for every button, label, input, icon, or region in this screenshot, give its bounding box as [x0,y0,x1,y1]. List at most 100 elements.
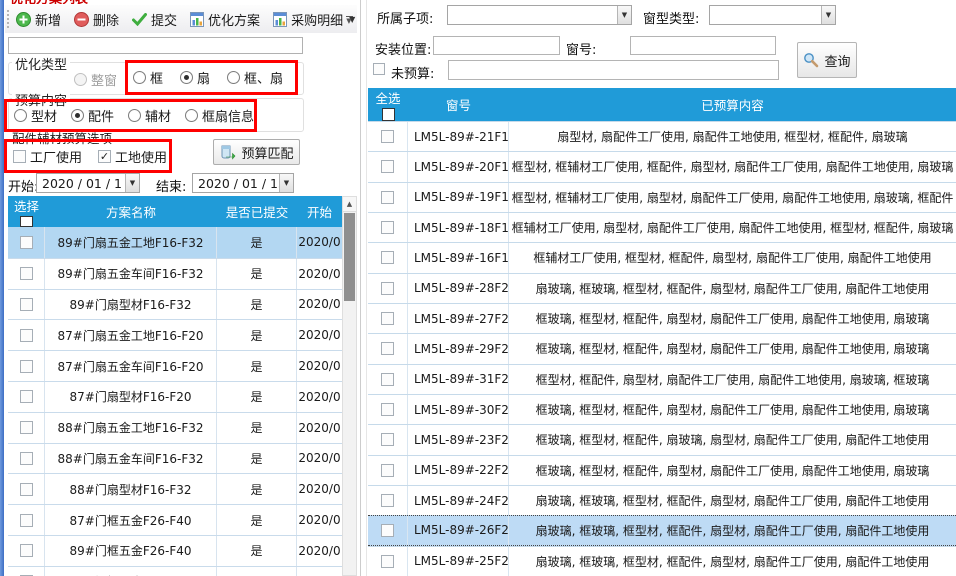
unbudgeted-input[interactable] [448,60,779,80]
checkbox-option[interactable]: 工厂使用 [13,147,82,166]
optimize-type-whole-window-container: 整窗 [74,70,117,90]
window-no-cell: LM5L-89#-27F25 [408,304,509,333]
window-no-cell: LM5L-89#-26F24 [408,516,509,544]
plan-table-row[interactable]: 88#门扇型材F16-F32是2020/0 [8,473,342,504]
window-table-row[interactable]: LM5L-89#-16F15框辅材工厂使用, 框型材, 框配件, 扇型材, 扇配… [368,242,956,272]
window-type-dropdown-icon[interactable]: ▼ [821,6,835,24]
sub-item-dropdown-icon[interactable]: ▼ [617,6,631,24]
window-row-checkbox[interactable] [381,221,394,234]
delete-button[interactable]: 删除 [74,10,119,29]
window-row-checkbox[interactable] [381,130,394,143]
plan-row-checkbox[interactable] [20,298,33,311]
start-date-value: 2020 / 01 / 1 [37,176,125,191]
window-table-row[interactable]: LM5L-89#-26F24扇玻璃, 框玻璃, 框型材, 框配件, 扇型材, 扇… [368,515,956,545]
radio-option[interactable]: 型材 [14,106,57,125]
window-no-input[interactable] [630,36,776,55]
window-table-row[interactable]: LM5L-89#-23F21框玻璃, 框型材, 框配件, 扇玻璃, 扇型材, 扇… [368,424,956,454]
window-row-checkbox[interactable] [381,312,394,325]
panel-splitter[interactable] [360,0,361,576]
window-row-checkbox[interactable] [381,191,394,204]
window-row-checkbox[interactable] [381,251,394,264]
window-row-checkbox[interactable] [381,403,394,416]
window-type-dropdown[interactable]: ▼ [709,5,836,25]
window-row-checkbox[interactable] [381,160,394,173]
radio-option[interactable]: 辅材 [128,106,171,125]
window-row-checkbox[interactable] [381,342,394,355]
window-table-row[interactable]: LM5L-89#-22F20框玻璃, 框型材, 框配件, 扇型材, 扇配件工厂使… [368,455,956,485]
window-table-row[interactable]: LM5L-89#-20F18框型材, 框辅材工厂使用, 框配件, 扇型材, 扇配… [368,151,956,181]
plan-filter-input[interactable] [8,37,303,54]
plan-table-row[interactable]: 88#门框五金F21-F40是2020/0 [8,566,342,576]
window-table-row[interactable]: LM5L-89#-29F27框玻璃, 框型材, 框配件, 扇型材, 扇配件工厂使… [368,333,956,363]
plans-table-scrollbar[interactable]: ▲ [342,196,357,576]
checkbox-option[interactable]: 工地使用 [98,147,167,166]
radio-option[interactable]: 框扇信息 [185,106,254,125]
radio-indicator [71,109,84,122]
plan-row-checkbox[interactable] [20,360,33,373]
window-table-row[interactable]: LM5L-89#-27F25框玻璃, 框型材, 框配件, 扇型材, 扇配件工厂使… [368,303,956,333]
plan-row-checkbox[interactable] [20,514,33,527]
optimize-plan-button[interactable]: 优化方案 [190,10,260,29]
plan-table-row[interactable]: 89#门框五金F26-F40是2020/0 [8,535,342,566]
window-table-row[interactable]: LM5L-89#-28F26扇玻璃, 框玻璃, 框型材, 框配件, 扇型材, 扇… [368,273,956,303]
unbudgeted-checkbox[interactable] [373,63,385,75]
plan-table-row[interactable]: 89#门扇五金车间F16-F32是2020/0 [8,258,342,289]
plan-table-row[interactable]: 89#门扇型材F16-F32是2020/0 [8,289,342,320]
window-row-checkbox[interactable] [381,282,394,295]
plan-row-checkbox[interactable] [20,390,33,403]
start-date-picker[interactable]: 2020 / 01 / 1 ▼ [36,173,140,193]
budgeted-content-cell: 框型材, 框辅材工厂使用, 扇型材, 扇配件工厂使用, 扇配件工地使用, 扇玻璃… [509,183,956,212]
query-button[interactable]: 查询 [797,42,857,78]
window-row-checkbox[interactable] [381,433,394,446]
window-row-checkbox[interactable] [381,524,394,537]
sub-item-dropdown[interactable]: ▼ [447,5,632,25]
add-button[interactable]: 新增 [16,10,61,29]
radio-option[interactable]: 框、扇 [227,68,283,87]
budget-match-button[interactable]: 预算匹配 [213,139,300,165]
plan-row-checkbox[interactable] [20,544,33,557]
plan-table-row[interactable]: 87#门框五金F26-F40是2020/0 [8,504,342,535]
plan-row-checkbox[interactable] [20,421,33,434]
window-row-checkbox[interactable] [381,373,394,386]
plan-row-checkbox[interactable] [20,236,33,249]
toolbar-overflow-button[interactable]: ▼ [342,9,356,31]
plan-table-row[interactable]: 87#门扇五金工地F16-F20是2020/0 [8,319,342,350]
plan-table-row[interactable]: 87#门扇五金车间F16-F20是2020/0 [8,350,342,381]
plan-row-checkbox[interactable] [20,329,33,342]
window-row-checkbox[interactable] [381,464,394,477]
plan-table-row[interactable]: 88#门扇五金工地F16-F32是2020/0 [8,412,342,443]
scrollbar-up-icon[interactable]: ▲ [343,197,356,212]
radio-option-label: 辅材 [145,106,171,125]
plan-row-select-cell [8,351,45,381]
window-table-row[interactable]: LM5L-89#-24F22扇玻璃, 框玻璃, 框型材, 框配件, 扇型材, 扇… [368,485,956,515]
window-table-row[interactable]: LM5L-89#-25F23扇玻璃, 框玻璃, 框型材, 框配件, 扇型材, 扇… [368,546,956,576]
window-row-checkbox[interactable] [381,555,394,568]
budgeted-content-cell: 框玻璃, 框型材, 框配件, 扇型材, 扇配件工厂使用, 扇配件工地使用, 扇玻… [509,456,956,485]
window-row-checkbox[interactable] [381,494,394,507]
window-table-row[interactable]: LM5L-89#-18F16框辅材工厂使用, 扇型材, 扇配件工厂使用, 扇配件… [368,212,956,242]
toolbar-grip-icon[interactable] [7,10,9,28]
radio-option[interactable]: 框 [133,68,163,87]
scrollbar-thumb[interactable] [344,213,355,301]
select-all-plans-checkbox[interactable] [20,216,33,227]
start-date-dropdown-icon[interactable]: ▼ [125,174,139,192]
end-date-picker[interactable]: 2020 / 01 / 13 ▼ [192,173,294,193]
select-all-windows-checkbox[interactable] [382,108,395,121]
plan-row-checkbox[interactable] [20,483,33,496]
plan-table-row[interactable]: 89#门扇五金工地F16-F32是2020/0 [8,227,342,258]
plan-table-row[interactable]: 87#门扇型材F16-F20是2020/0 [8,381,342,412]
radio-option[interactable]: 整窗 [74,70,117,89]
window-table-row[interactable]: LM5L-89#-21F19扇型材, 扇配件工厂使用, 扇配件工地使用, 框型材… [368,121,956,151]
install-position-input[interactable] [433,36,560,55]
submit-button[interactable]: 提交 [132,10,177,29]
plan-table-row[interactable]: 88#门扇五金车间F16-F32是2020/0 [8,443,342,474]
window-table-row[interactable]: LM5L-89#-31F29框型材, 框配件, 扇型材, 扇配件工厂使用, 扇配… [368,364,956,394]
window-row-select-cell [368,183,408,212]
radio-option[interactable]: 扇 [180,68,210,87]
plan-row-checkbox[interactable] [20,452,33,465]
window-table-row[interactable]: LM5L-89#-30F28框玻璃, 框型材, 框配件, 扇型材, 扇配件工厂使… [368,394,956,424]
window-table-row[interactable]: LM5L-89#-19F17框型材, 框辅材工厂使用, 扇型材, 扇配件工厂使用… [368,182,956,212]
end-date-dropdown-icon[interactable]: ▼ [279,174,293,192]
plan-row-checkbox[interactable] [20,267,33,280]
radio-option[interactable]: 配件 [71,106,114,125]
